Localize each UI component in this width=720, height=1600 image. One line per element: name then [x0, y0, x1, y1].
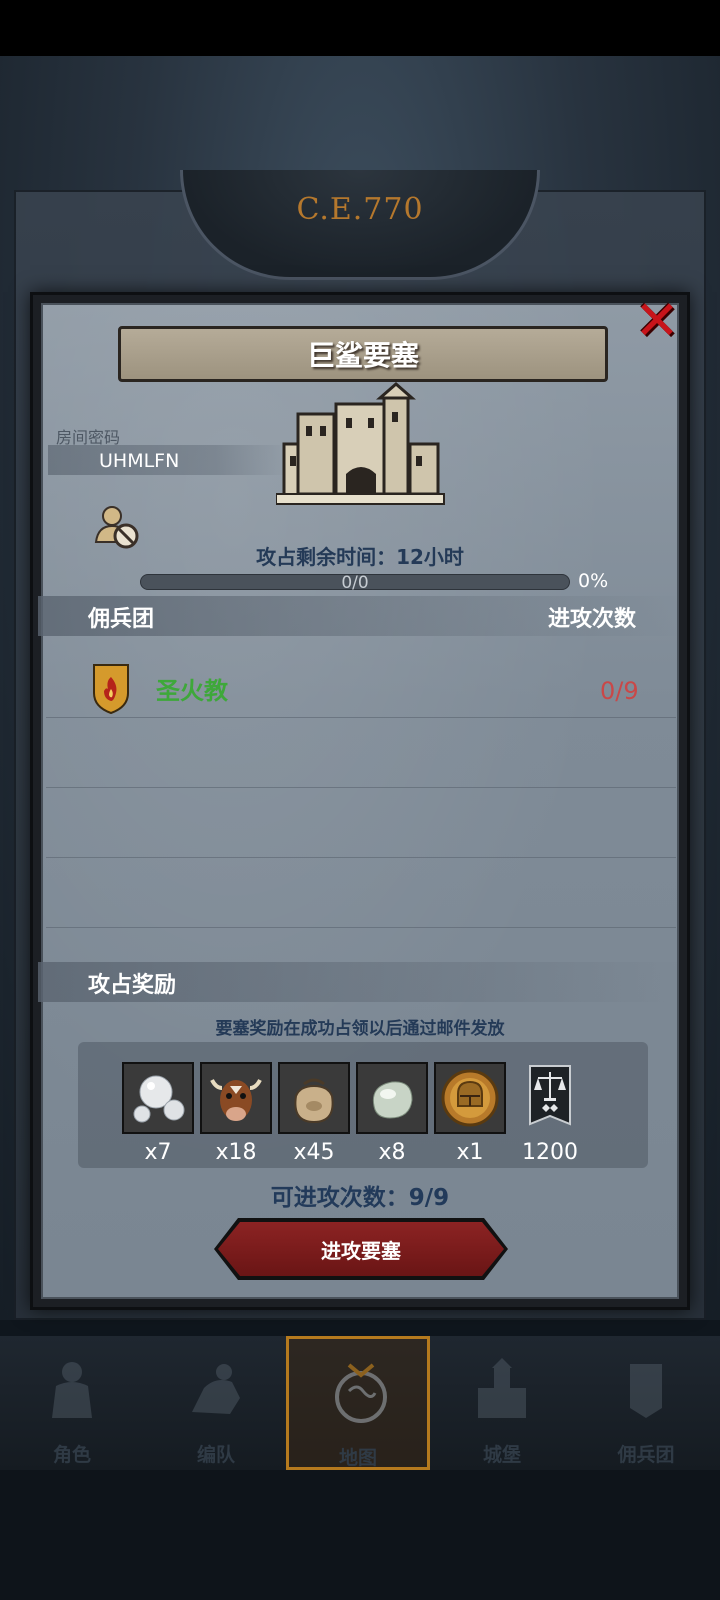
- reward-box: [122, 1062, 194, 1134]
- table-row[interactable]: [46, 648, 676, 718]
- knight-icon: [52, 1362, 92, 1418]
- reward-box: [356, 1062, 428, 1134]
- table-row-empty: [46, 718, 676, 788]
- grain-sack-icon: [294, 1078, 334, 1124]
- attack-fortress-label: 进攻要塞: [321, 1238, 401, 1263]
- capture-progress-text: 0/0: [341, 573, 369, 593]
- rewards-header: 攻占奖励: [88, 973, 177, 998]
- title-banner: 巨鲨要塞: [118, 326, 608, 382]
- reward-item[interactable]: x8: [356, 1062, 428, 1172]
- reward-item[interactable]: x1: [434, 1062, 506, 1172]
- castle-icon: [478, 1358, 526, 1418]
- reward-qty: x1: [456, 1140, 484, 1165]
- reward-qty: 1200: [522, 1140, 578, 1165]
- reward-box: [200, 1062, 272, 1134]
- justice-banner-icon: [529, 1065, 571, 1126]
- knight-helmet-coin-icon: [441, 1069, 499, 1127]
- reward-item[interactable]: 1200: [514, 1062, 586, 1172]
- mercenary-header: 佣兵团: [88, 607, 155, 632]
- system-nav-area: [0, 1470, 720, 1600]
- map-globe-icon: [335, 1363, 387, 1423]
- nav-label-formation: 编队: [196, 1444, 235, 1466]
- nav-item-castle[interactable]: 城堡: [430, 1336, 574, 1470]
- rewards-note: 要塞奖励在成功占领以后通过邮件发放: [215, 1019, 505, 1039]
- status-bar: [0, 0, 720, 56]
- attack-fortress-button[interactable]: 进攻要塞: [218, 1222, 504, 1276]
- nav-label-castle: 城堡: [482, 1444, 521, 1466]
- era-dial: C.E.770: [180, 170, 540, 280]
- reward-item[interactable]: x7: [122, 1062, 194, 1172]
- mercenary-attack-count: 0/9: [600, 677, 639, 705]
- nav-item-map[interactable]: 地图: [286, 1336, 430, 1470]
- mercenary-banner-icon: [630, 1364, 662, 1418]
- cattle-icon: [210, 1079, 262, 1121]
- capture-progress-bar: 0/0: [140, 573, 570, 593]
- nav-item-formation[interactable]: 编队: [144, 1336, 288, 1470]
- table-row-empty: [46, 788, 676, 858]
- capture-progress-percent: 0%: [578, 570, 609, 592]
- era-label: C.E.770: [296, 192, 424, 227]
- nav-label-mercenary: 佣兵团: [617, 1444, 675, 1466]
- table-row-empty: [46, 858, 676, 928]
- capture-time-remaining: 攻占剩余时间：12小时: [256, 545, 464, 569]
- bottom-nav: 角色 编队 地图 城堡 佣兵团: [0, 1336, 720, 1470]
- close-button[interactable]: ✕: [628, 292, 686, 350]
- attacks-available: 可进攻次数：9/9: [270, 1185, 450, 1211]
- reward-item[interactable]: x18: [200, 1062, 272, 1172]
- room-code[interactable]: UHMLFN: [99, 450, 179, 472]
- reward-box: [278, 1062, 350, 1134]
- nav-item-mercenary[interactable]: 佣兵团: [574, 1336, 718, 1470]
- nav-label-character: 角色: [52, 1444, 91, 1466]
- nav-label-map: 地图: [338, 1447, 377, 1469]
- nav-item-character[interactable]: 角色: [0, 1336, 144, 1470]
- moonstone-icon: [372, 1081, 413, 1119]
- reward-box: [434, 1062, 506, 1134]
- reward-item[interactable]: x45: [278, 1062, 350, 1172]
- attacks-header: 进攻次数: [548, 607, 637, 632]
- cavalry-icon: [192, 1364, 240, 1414]
- close-x-icon: ✕: [634, 289, 680, 352]
- mercenary-name[interactable]: 圣火教: [156, 671, 228, 706]
- fire-shield-icon: [93, 664, 129, 715]
- dialog-title: 巨鲨要塞: [306, 339, 419, 372]
- fortress-castle-icon: [276, 382, 445, 505]
- pearls-icon: [133, 1075, 185, 1123]
